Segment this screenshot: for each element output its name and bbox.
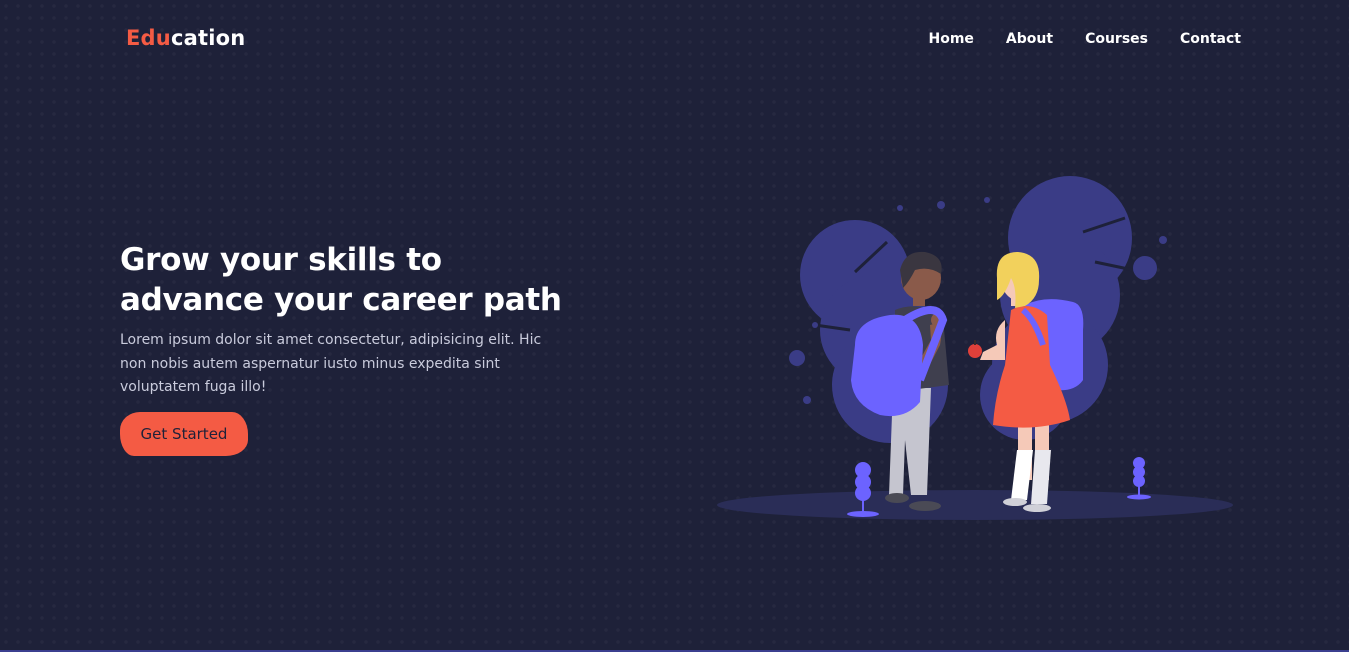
nav-link-about[interactable]: About [1006,31,1053,47]
logo-rest-text: cation [170,26,246,50]
get-started-button[interactable]: Get Started [120,412,248,456]
nav-link-contact[interactable]: Contact [1180,31,1241,47]
nav-link-home[interactable]: Home [929,31,974,47]
main-nav: Home About Courses Contact [897,31,1242,47]
hero-description: Lorem ipsum dolor sit amet consectetur, … [120,332,542,395]
hero-title-line-2: advance your career path [120,282,562,318]
hero-title: Grow your skills to advance your career … [120,240,590,320]
logo-accent-text: Edu [126,26,171,50]
logo[interactable]: Education [126,26,245,50]
hero-title-line-1: Grow your skills to [120,242,442,278]
ground-shadow [717,490,1233,520]
students-illustration [717,176,1233,520]
nav-link-courses[interactable]: Courses [1085,31,1148,47]
